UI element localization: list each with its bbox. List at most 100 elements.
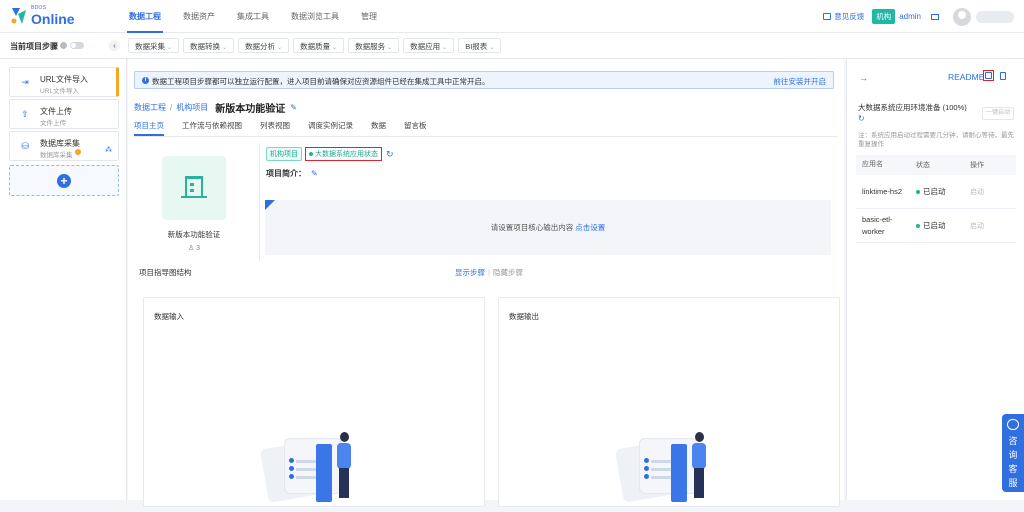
- menu-data-collect[interactable]: 数据采集 ⌄: [128, 38, 180, 53]
- help-icon[interactable]: [60, 42, 67, 49]
- menu-data-service[interactable]: 数据服务 ⌄: [348, 38, 400, 53]
- tabs-divider: [134, 136, 838, 137]
- feedback-icon: [823, 13, 832, 20]
- start-button[interactable]: 启动: [964, 221, 1016, 231]
- breadcrumb-root[interactable]: 数据工程: [134, 102, 166, 113]
- chevron-down-icon: ⌄: [489, 45, 495, 51]
- step-database-collect[interactable]: ⛁ 数据库采集 数据库采集 ⁂: [9, 131, 119, 161]
- table-row: basic-etl-worker 已启动 启动: [856, 209, 1016, 243]
- info-icon: i: [142, 77, 149, 84]
- step-subtitle: URL文件导入: [40, 88, 80, 95]
- chevron-down-icon: ⌄: [277, 45, 283, 51]
- add-step-button[interactable]: +: [9, 165, 119, 196]
- nav-manage[interactable]: 管理: [350, 0, 388, 33]
- breadcrumb-sep: /: [170, 103, 173, 112]
- nav-data-browse-tools[interactable]: 数据浏览工具: [280, 0, 350, 33]
- install-link[interactable]: 前往安装并开启: [774, 76, 827, 87]
- check-dots: [644, 458, 649, 463]
- person-head: [695, 432, 704, 442]
- step-title: URL文件导入: [40, 75, 89, 84]
- project-image[interactable]: [162, 156, 226, 220]
- bdos-logo[interactable]: BDOS Online: [10, 5, 80, 29]
- intro-label: 项目简介：: [266, 169, 306, 178]
- step-url-import[interactable]: ⇥ URL文件导入 URL文件导入: [9, 67, 119, 97]
- empty-illustration: [609, 432, 719, 512]
- status-dot-icon: [309, 152, 313, 156]
- tag-system-status[interactable]: 大数据系统应用状态: [305, 147, 382, 161]
- tab-message-board[interactable]: 留言板: [404, 120, 427, 136]
- corner-flag-icon: [265, 200, 275, 210]
- step-title: 文件上传: [40, 107, 72, 116]
- nav-integration-tools[interactable]: 集成工具: [226, 0, 280, 33]
- project-name: 新版本功能验证: [167, 230, 221, 239]
- readme-link[interactable]: README: [948, 72, 984, 82]
- menu-label: 数据服务: [355, 42, 386, 51]
- menu-data-analysis[interactable]: 数据分析 ⌄: [238, 38, 290, 53]
- divider: [259, 143, 260, 261]
- tree-icon[interactable]: ⁂: [105, 146, 112, 154]
- output-hint: 请设置项目核心输出内容 点击设置: [265, 222, 831, 233]
- customer-service-button[interactable]: 咨询客服: [1002, 414, 1024, 492]
- menu-data-apps[interactable]: 数据应用 ⌄: [403, 38, 455, 53]
- person-body: [692, 443, 706, 469]
- show-steps-link[interactable]: 显示步骤: [455, 268, 485, 277]
- data-input-panel: 数据输入: [143, 297, 485, 507]
- app-name: linktime-hs2: [862, 186, 903, 196]
- tab-schedule-records[interactable]: 调度实例记录: [308, 120, 353, 136]
- feedback-link[interactable]: 意见反馈: [823, 11, 864, 22]
- top-navbar: BDOS Online 数据工程 数据资产 集成工具 数据浏览工具 管理 意见反…: [0, 0, 1024, 33]
- app-status: 已启动: [910, 220, 964, 231]
- step-file-upload[interactable]: ⇧ 文件上传 文件上传: [9, 99, 119, 129]
- app-name: basic-etl-worker: [862, 214, 893, 236]
- chevron-down-icon: ⌄: [332, 45, 338, 51]
- step-toggle[interactable]: [70, 42, 84, 49]
- database-icon: ⛁: [21, 141, 29, 151]
- hide-steps-link[interactable]: 隐藏步骤: [493, 268, 523, 277]
- check-dots: [289, 458, 294, 463]
- username-redacted: [976, 10, 1014, 23]
- menu-data-transform[interactable]: 数据转换 ⌄: [183, 38, 235, 53]
- output-hint-text: 请设置项目核心输出内容: [490, 223, 574, 232]
- edit-intro-icon[interactable]: ✎: [311, 169, 318, 178]
- project-tags: 机构项目 大数据系统应用状态 ↻: [266, 147, 394, 161]
- monitor-icon[interactable]: [931, 13, 939, 20]
- nav-data-assets[interactable]: 数据资产: [172, 0, 226, 33]
- import-icon: ⇥: [21, 77, 29, 87]
- arrow-right-icon[interactable]: →: [859, 73, 868, 83]
- nav-data-engineering[interactable]: 数据工程: [118, 0, 172, 33]
- main-content: i 数据工程项目步骤都可以独立运行配置，进入项目前请确保对应资源组件已经在集成工…: [128, 59, 844, 507]
- admin-dropdown[interactable]: admin: [899, 12, 921, 21]
- tab-workflow[interactable]: 工作流与依赖视图: [182, 120, 242, 136]
- project-tabs: 项目主页 工作流与依赖视图 列表视图 调度实例记录 数据 留言板: [134, 120, 445, 136]
- app-status-panel: → README 大数据系统应用环境准备 (100%) ↻ 一键启动 注：系统应…: [846, 59, 1024, 500]
- one-key-start-button[interactable]: 一键启动: [982, 107, 1014, 120]
- tab-list-view[interactable]: 列表视图: [260, 120, 290, 136]
- project-member-count: ♙ 3: [187, 245, 201, 252]
- step-sidebar: ⇥ URL文件导入 URL文件导入 ⇧ 文件上传 文件上传 ⛁ 数据库采集 数据…: [0, 59, 127, 500]
- chevron-down-icon: ⌄: [167, 45, 173, 51]
- start-button[interactable]: 启动: [964, 187, 1016, 197]
- step-subtitle: 数据库采集: [40, 152, 73, 159]
- tab-home[interactable]: 项目主页: [134, 120, 164, 136]
- tab-data[interactable]: 数据: [371, 120, 386, 136]
- breadcrumb-parent[interactable]: 机构项目: [176, 102, 208, 113]
- guide-step-links: 显示步骤 | 隐藏步骤: [455, 267, 523, 278]
- step-toolbar: 当前项目步骤 ‹ 数据采集 ⌄ 数据转换 ⌄ 数据分析 ⌄ 数据质量 ⌄ 数据服务 ⌄ 数…: [0, 33, 1024, 59]
- app-panel-icon[interactable]: [983, 70, 994, 81]
- edit-title-icon[interactable]: ✎: [290, 103, 297, 112]
- env-note: 注：系统应用启动过程需要几分钟，请耐心等待，最先重复操作: [858, 132, 1014, 148]
- data-output-panel: 数据输出: [498, 297, 840, 507]
- document-icon[interactable]: [1000, 72, 1006, 80]
- refresh-icon[interactable]: ↻: [386, 149, 394, 160]
- guide-section-title: 项目指导图结构: [139, 268, 192, 277]
- menu-label: 数据分析: [245, 42, 276, 51]
- table-row: linktime-hs2 已启动 启动: [856, 175, 1016, 209]
- col-action: 操作: [970, 162, 984, 169]
- avatar[interactable]: [953, 7, 971, 26]
- menu-data-quality[interactable]: 数据质量 ⌄: [293, 38, 345, 53]
- menu-bi-report[interactable]: BI报表 ⌄: [458, 38, 502, 53]
- collapse-sidebar-button[interactable]: ‹: [109, 40, 120, 51]
- person-body: [337, 443, 351, 469]
- chevron-down-icon: ⌄: [222, 45, 228, 51]
- set-output-link[interactable]: 点击设置: [575, 223, 605, 232]
